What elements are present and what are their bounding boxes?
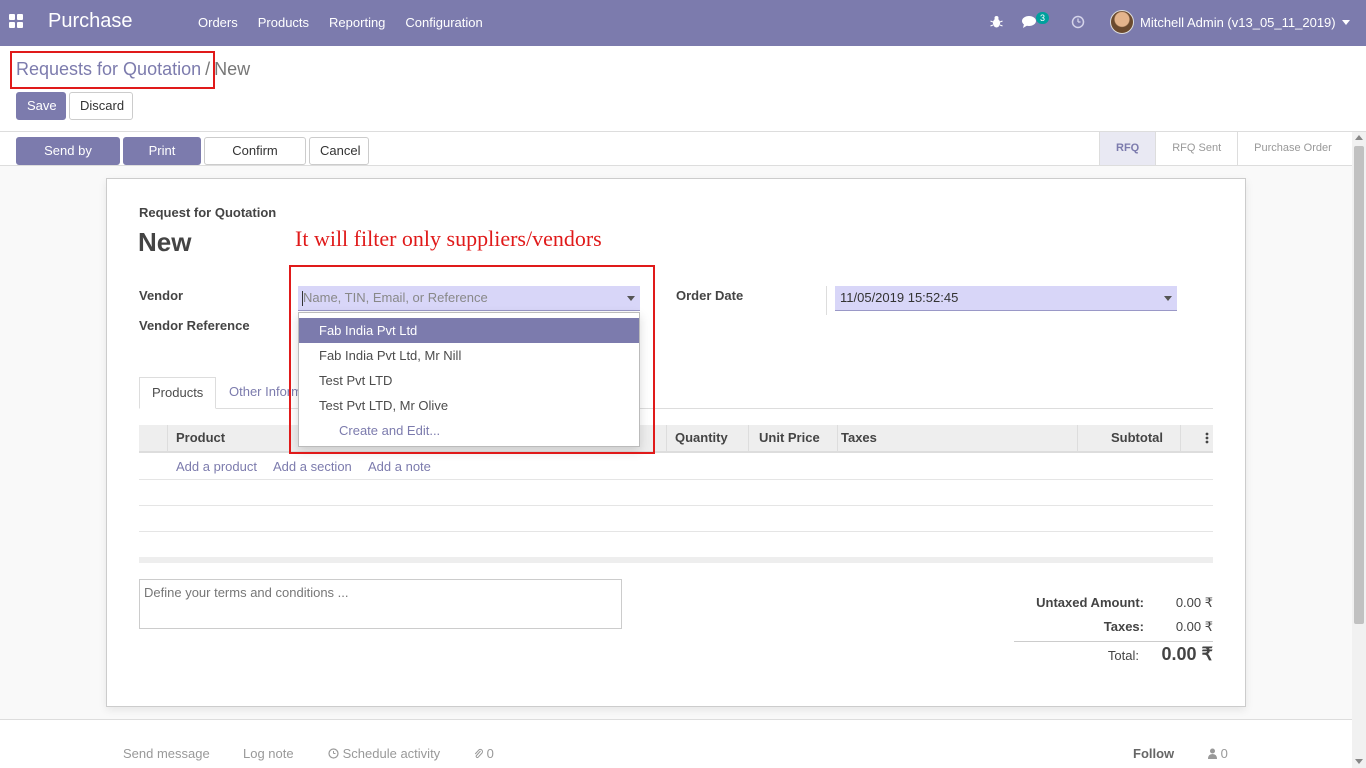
- column-divider: [1077, 425, 1078, 451]
- send-by-email-button[interactable]: Send by Email: [16, 137, 120, 184]
- column-divider: [1180, 425, 1181, 451]
- terms-conditions-input[interactable]: Define your terms and conditions ...: [139, 579, 622, 629]
- table-row: [139, 531, 1213, 532]
- scroll-up-icon[interactable]: [1355, 135, 1363, 140]
- top-navbar: Purchase Orders Products Reporting Confi…: [0, 0, 1366, 46]
- bug-icon[interactable]: [990, 15, 1003, 29]
- column-divider: [837, 425, 838, 451]
- add-section-link[interactable]: Add a section: [273, 459, 352, 474]
- column-divider: [666, 425, 667, 451]
- print-rfq-button[interactable]: Print RFQ: [123, 137, 201, 184]
- total-value: 0.00 ₹: [1161, 644, 1214, 664]
- column-divider: [748, 425, 749, 451]
- stage-pipeline: RFQ RFQ Sent Purchase Order: [1099, 132, 1348, 166]
- menu-reporting[interactable]: Reporting: [319, 0, 395, 46]
- attachments-count: 0: [486, 746, 494, 761]
- page-scrollbar[interactable]: [1352, 132, 1366, 768]
- menu-products[interactable]: Products: [248, 0, 319, 46]
- optional-columns-icon[interactable]: [1205, 432, 1209, 444]
- order-date-value: 11/05/2019 15:52:45: [840, 290, 959, 305]
- schedule-activity-button[interactable]: Schedule activity: [328, 746, 440, 761]
- send-message-button[interactable]: Send message: [123, 746, 210, 761]
- messages-badge: 3: [1036, 12, 1050, 24]
- log-note-button[interactable]: Log note: [243, 746, 294, 761]
- clock-icon[interactable]: [1071, 15, 1085, 29]
- vendor-reference-label: Vendor Reference: [139, 318, 250, 333]
- column-quantity[interactable]: Quantity: [675, 425, 728, 451]
- document-type-label: Request for Quotation: [139, 205, 277, 220]
- scroll-thumb[interactable]: [1354, 146, 1364, 624]
- menu-orders[interactable]: Orders: [188, 0, 248, 46]
- scroll-down-icon[interactable]: [1355, 759, 1363, 764]
- main-menu: Orders Products Reporting Configuration: [188, 0, 493, 46]
- add-note-link[interactable]: Add a note: [368, 459, 431, 474]
- save-button[interactable]: Save: [16, 92, 66, 120]
- schedule-activity-label: Schedule activity: [342, 746, 441, 761]
- column-product[interactable]: Product: [176, 425, 225, 451]
- stage-rfq[interactable]: RFQ: [1099, 132, 1156, 165]
- menu-configuration[interactable]: Configuration: [395, 0, 492, 46]
- app-title[interactable]: Purchase: [48, 10, 133, 33]
- followers-button[interactable]: 0: [1208, 746, 1228, 761]
- user-icon: [1208, 748, 1217, 759]
- discard-button[interactable]: Discard: [69, 92, 133, 120]
- column-subtotal[interactable]: Subtotal: [1111, 425, 1163, 451]
- total-label: Total:: [1107, 648, 1139, 663]
- document-name: New: [138, 227, 192, 257]
- field-divider: [826, 286, 827, 315]
- taxes-value: 0.00 ₹: [1175, 619, 1213, 634]
- clock-icon: [328, 748, 339, 759]
- table-row: [139, 505, 1213, 506]
- paperclip-icon: [474, 748, 483, 758]
- order-lines-footer: [139, 557, 1213, 563]
- add-product-link[interactable]: Add a product: [176, 459, 257, 474]
- attachments-button[interactable]: 0: [474, 746, 494, 761]
- annotation-text: It will filter only suppliers/vendors: [295, 226, 602, 251]
- annotation-highlight-vendor: [289, 265, 655, 454]
- stage-purchase-order[interactable]: Purchase Order: [1237, 132, 1348, 165]
- totals-divider: [1014, 641, 1213, 642]
- table-row: [139, 479, 1213, 480]
- column-divider: [167, 425, 168, 451]
- tab-products[interactable]: Products: [139, 377, 217, 409]
- breadcrumb-current: New: [214, 59, 251, 79]
- caret-down-icon[interactable]: [1342, 20, 1350, 25]
- chatter-divider: [0, 719, 1352, 720]
- order-date-label: Order Date: [676, 288, 744, 303]
- vendor-label: Vendor: [139, 288, 184, 303]
- column-unit-price[interactable]: Unit Price: [759, 425, 820, 451]
- untaxed-amount-label: Untaxed Amount:: [1036, 595, 1144, 610]
- column-taxes[interactable]: Taxes: [841, 425, 877, 451]
- stage-rfq-sent[interactable]: RFQ Sent: [1155, 132, 1237, 165]
- followers-count: 0: [1220, 746, 1228, 761]
- annotation-highlight-breadcrumb: [10, 51, 215, 89]
- form-statusbar: RFQ RFQ Sent Purchase Order: [0, 132, 1352, 166]
- avatar[interactable]: [1110, 10, 1134, 34]
- cancel-button[interactable]: Cancel: [309, 137, 369, 165]
- taxes-label: Taxes:: [1103, 619, 1144, 634]
- order-date-caret-icon[interactable]: [1164, 296, 1172, 301]
- order-date-input[interactable]: 11/05/2019 15:52:45: [835, 286, 1177, 311]
- confirm-order-button[interactable]: Confirm Order: [204, 137, 306, 184]
- user-menu[interactable]: Mitchell Admin (v13_05_11_2019): [1140, 15, 1336, 30]
- apps-grid-icon[interactable]: [9, 14, 23, 28]
- untaxed-amount-value: 0.00 ₹: [1175, 595, 1213, 610]
- follow-button[interactable]: Follow: [1133, 746, 1174, 761]
